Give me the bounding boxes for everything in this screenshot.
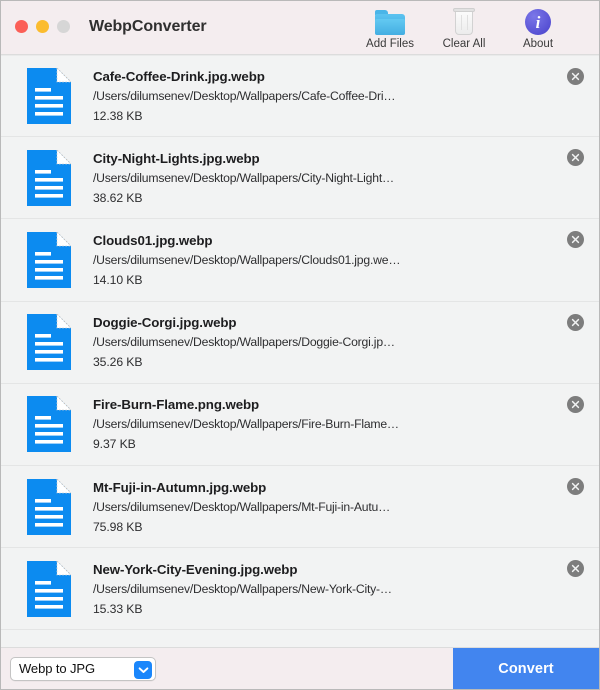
about-button[interactable]: i About <box>501 5 575 50</box>
file-info: Mt-Fuji-in-Autumn.jpg.webp /Users/dilums… <box>93 480 599 534</box>
file-row-1[interactable]: City-Night-Lights.jpg.webp /Users/dilums… <box>1 137 599 219</box>
file-size: 75.98 KB <box>93 520 599 534</box>
folder-icon <box>375 7 405 35</box>
file-row-0[interactable]: Cafe-Coffee-Drink.jpg.webp /Users/dilums… <box>1 55 599 137</box>
window-title: WebpConverter <box>89 18 207 36</box>
file-info: Cafe-Coffee-Drink.jpg.webp /Users/dilums… <box>93 69 599 123</box>
convert-button[interactable]: Convert <box>453 648 599 689</box>
footer-bar: Webp to JPG Convert <box>1 647 599 689</box>
document-icon <box>27 68 71 124</box>
conversion-mode-select[interactable]: Webp to JPG <box>10 657 156 681</box>
file-path: /Users/dilumsenev/Desktop/Wallpapers/New… <box>93 582 401 596</box>
file-size: 14.10 KB <box>93 273 599 287</box>
close-circle-icon[interactable] <box>567 396 584 413</box>
close-circle-icon[interactable] <box>567 478 584 495</box>
file-size: 12.38 KB <box>93 109 599 123</box>
document-icon <box>27 479 71 535</box>
file-info: Fire-Burn-Flame.png.webp /Users/dilumsen… <box>93 397 599 451</box>
file-path: /Users/dilumsenev/Desktop/Wallpapers/Mt-… <box>93 500 401 514</box>
document-icon <box>27 150 71 206</box>
info-icon-glyph: i <box>525 9 551 35</box>
file-row-3[interactable]: Doggie-Corgi.jpg.webp /Users/dilumsenev/… <box>1 302 599 384</box>
window-controls <box>15 20 70 33</box>
file-size: 9.37 KB <box>93 437 599 451</box>
info-icon: i <box>525 7 551 35</box>
file-path: /Users/dilumsenev/Desktop/Wallpapers/Clo… <box>93 253 401 267</box>
file-name: Cafe-Coffee-Drink.jpg.webp <box>93 69 599 84</box>
file-name: Doggie-Corgi.jpg.webp <box>93 315 599 330</box>
file-name: Fire-Burn-Flame.png.webp <box>93 397 599 412</box>
file-name: Mt-Fuji-in-Autumn.jpg.webp <box>93 480 599 495</box>
file-name: New-York-City-Evening.jpg.webp <box>93 562 599 577</box>
file-row-6[interactable]: New-York-City-Evening.jpg.webp /Users/di… <box>1 548 599 630</box>
file-path: /Users/dilumsenev/Desktop/Wallpapers/Cit… <box>93 171 401 185</box>
add-files-label: Add Files <box>366 38 414 50</box>
close-circle-icon[interactable] <box>567 314 584 331</box>
file-info: City-Night-Lights.jpg.webp /Users/dilums… <box>93 151 599 205</box>
file-path: /Users/dilumsenev/Desktop/Wallpapers/Fir… <box>93 417 401 431</box>
file-row-4[interactable]: Fire-Burn-Flame.png.webp /Users/dilumsen… <box>1 384 599 466</box>
titlebar: WebpConverter Add Files <box>1 1 599 55</box>
file-info: New-York-City-Evening.jpg.webp /Users/di… <box>93 562 599 616</box>
file-size: 38.62 KB <box>93 191 599 205</box>
file-name: City-Night-Lights.jpg.webp <box>93 151 599 166</box>
conversion-mode-value: Webp to JPG <box>11 661 95 676</box>
chevron-down-icon[interactable] <box>134 661 152 679</box>
document-icon <box>27 232 71 288</box>
about-label: About <box>523 38 553 50</box>
minimize-window-button[interactable] <box>36 20 49 33</box>
document-icon <box>27 396 71 452</box>
file-info: Doggie-Corgi.jpg.webp /Users/dilumsenev/… <box>93 315 599 369</box>
file-list[interactable]: Cafe-Coffee-Drink.jpg.webp /Users/dilums… <box>1 55 599 649</box>
file-size: 35.26 KB <box>93 355 599 369</box>
close-window-button[interactable] <box>15 20 28 33</box>
toolbar: Add Files Clear All i About <box>353 5 575 50</box>
close-circle-icon[interactable] <box>567 560 584 577</box>
file-name: Clouds01.jpg.webp <box>93 233 599 248</box>
clear-all-button[interactable]: Clear All <box>427 5 501 50</box>
file-row-5[interactable]: Mt-Fuji-in-Autumn.jpg.webp /Users/dilums… <box>1 466 599 548</box>
app-window: WebpConverter Add Files <box>0 0 600 690</box>
file-path: /Users/dilumsenev/Desktop/Wallpapers/Caf… <box>93 89 401 103</box>
file-row-2[interactable]: Clouds01.jpg.webp /Users/dilumsenev/Desk… <box>1 219 599 301</box>
add-files-button[interactable]: Add Files <box>353 5 427 50</box>
file-path: /Users/dilumsenev/Desktop/Wallpapers/Dog… <box>93 335 401 349</box>
clear-all-label: Clear All <box>443 38 486 50</box>
maximize-window-button[interactable] <box>57 20 70 33</box>
trash-icon <box>452 7 476 35</box>
file-info: Clouds01.jpg.webp /Users/dilumsenev/Desk… <box>93 233 599 287</box>
document-icon <box>27 561 71 617</box>
close-circle-icon[interactable] <box>567 68 584 85</box>
file-size: 15.33 KB <box>93 602 599 616</box>
document-icon <box>27 314 71 370</box>
